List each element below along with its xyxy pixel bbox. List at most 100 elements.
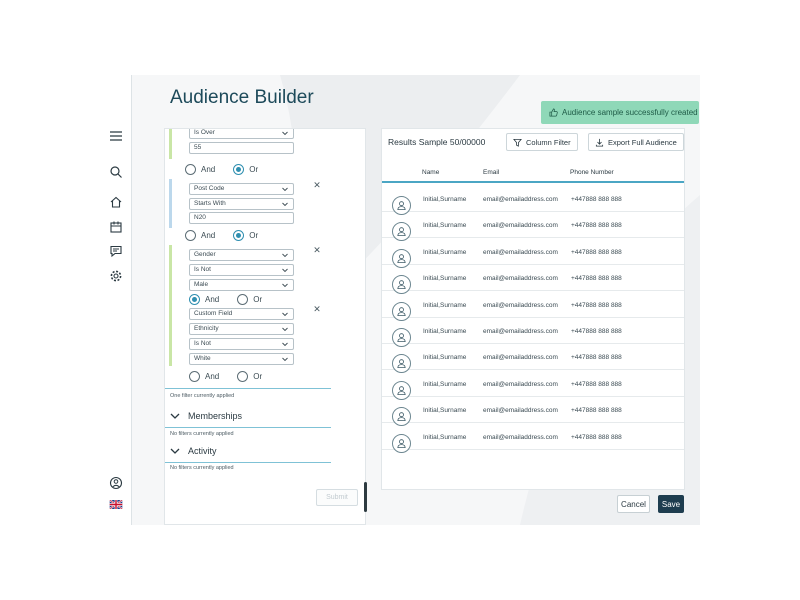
table-row[interactable]: Initial,Surname email@emailaddress.com +44… bbox=[382, 212, 684, 242]
user-icon bbox=[397, 412, 406, 422]
column-header-email: Email bbox=[483, 169, 500, 176]
chevron-down-icon bbox=[282, 342, 288, 347]
table-row[interactable]: Initial,Surname email@emailaddress.com +44… bbox=[382, 344, 684, 374]
remove-filter-close-icon[interactable]: ✕ bbox=[313, 305, 321, 314]
chevron-down-icon bbox=[282, 253, 288, 258]
and-radio[interactable]: And bbox=[185, 229, 215, 241]
table-row[interactable]: Initial,Surname email@emailaddress.com +44… bbox=[382, 186, 684, 215]
operator-select[interactable]: Starts With bbox=[189, 198, 294, 210]
home-icon[interactable] bbox=[109, 195, 123, 209]
and-radio[interactable]: And bbox=[189, 293, 219, 305]
filter-scrollbar[interactable] bbox=[364, 482, 367, 512]
operator-select[interactable]: Is Over bbox=[189, 129, 294, 139]
subfield-select[interactable]: Ethnicity bbox=[189, 323, 294, 335]
or-radio[interactable]: Or bbox=[233, 229, 258, 241]
field-select[interactable]: Post Code bbox=[189, 183, 294, 195]
chevron-down-icon bbox=[282, 283, 288, 288]
uk-flag-icon[interactable] bbox=[109, 497, 123, 511]
and-radio[interactable]: And bbox=[189, 370, 219, 382]
user-icon bbox=[397, 306, 406, 316]
cancel-button[interactable]: Cancel bbox=[617, 495, 650, 513]
chevron-down-icon bbox=[282, 187, 288, 192]
filter-group-gender: Gender Is Not Male And Or Custom Field E… bbox=[169, 245, 323, 366]
user-icon bbox=[397, 280, 406, 290]
table-row[interactable]: Initial,Surname email@emailaddress.com +44… bbox=[382, 397, 684, 427]
export-full-audience-button[interactable]: Export Full Audience bbox=[588, 133, 684, 151]
cell-name: Initial,Surname bbox=[423, 433, 467, 441]
conjunction-3: And Or bbox=[189, 293, 280, 305]
cell-email: email@emailaddress.com bbox=[483, 354, 558, 362]
cell-email: email@emailaddress.com bbox=[483, 196, 558, 203]
column-header-phone: Phone Number bbox=[570, 169, 614, 176]
user-icon bbox=[397, 333, 406, 343]
memberships-toggle[interactable]: Memberships bbox=[170, 409, 242, 423]
submit-button[interactable]: Submit bbox=[316, 489, 358, 506]
remove-filter-close-icon[interactable]: ✕ bbox=[313, 181, 321, 190]
value-select[interactable]: Male bbox=[189, 279, 294, 291]
menu-icon[interactable] bbox=[109, 129, 123, 143]
chevron-down-icon bbox=[282, 202, 288, 207]
thumbs-up-icon bbox=[549, 108, 558, 117]
results-panel: Results Sample 50/00000 Column Filter Ex… bbox=[381, 128, 685, 490]
conjunction-2: And Or bbox=[185, 229, 276, 241]
user-circle-icon[interactable] bbox=[109, 476, 123, 490]
cell-name: Initial,Surname bbox=[423, 407, 467, 415]
download-icon bbox=[595, 138, 604, 147]
section-divider bbox=[165, 427, 331, 428]
chevron-down-icon bbox=[282, 268, 288, 273]
operator-select[interactable]: Is Not bbox=[189, 338, 294, 350]
memberships-note: No filters currently applied bbox=[170, 431, 234, 437]
cell-name: Initial,Surname bbox=[423, 196, 467, 203]
chevron-down-icon bbox=[170, 413, 180, 419]
user-icon bbox=[397, 201, 406, 211]
filter-group-postcode: Post Code Starts With N20 bbox=[169, 179, 323, 228]
cell-email: email@emailaddress.com bbox=[483, 328, 558, 335]
activity-toggle[interactable]: Activity bbox=[170, 444, 217, 458]
cell-phone: +447888 888 888 bbox=[571, 354, 622, 362]
table-row[interactable]: Initial,Surname email@emailaddress.com +44… bbox=[382, 318, 684, 347]
chevron-down-icon bbox=[170, 448, 180, 454]
value-input[interactable]: 55 bbox=[189, 142, 294, 154]
or-radio[interactable]: Or bbox=[233, 163, 258, 175]
cell-email: email@emailaddress.com bbox=[483, 301, 558, 309]
cell-phone: +447888 888 888 bbox=[571, 328, 622, 335]
operator-select[interactable]: Is Not bbox=[189, 264, 294, 276]
field-select[interactable]: Custom Field bbox=[189, 308, 294, 320]
or-radio[interactable]: Or bbox=[237, 370, 262, 382]
value-input[interactable]: N20 bbox=[189, 212, 294, 224]
conjunction-4: And Or bbox=[189, 370, 280, 382]
field-select[interactable]: Gender bbox=[189, 249, 294, 261]
chevron-down-icon bbox=[282, 131, 288, 136]
calendar-icon[interactable] bbox=[109, 220, 123, 234]
cell-phone: +447888 888 888 bbox=[571, 380, 622, 388]
cell-name: Initial,Surname bbox=[423, 275, 467, 283]
save-button[interactable]: Save bbox=[658, 495, 684, 513]
filter-group-age: Is Over 55 bbox=[169, 129, 323, 159]
table-row[interactable]: Initial,Surname email@emailaddress.com +44… bbox=[382, 424, 684, 453]
avatar bbox=[392, 433, 411, 453]
table-row[interactable]: Initial,Surname email@emailaddress.com +44… bbox=[382, 371, 684, 400]
user-icon bbox=[397, 386, 406, 395]
message-icon[interactable] bbox=[109, 244, 123, 258]
table-row[interactable]: Initial,Surname email@emailaddress.com +44… bbox=[382, 265, 684, 295]
activity-note: No filters currently applied bbox=[170, 465, 234, 471]
cell-email: email@emailaddress.com bbox=[483, 380, 558, 388]
value-select[interactable]: White bbox=[189, 353, 294, 365]
user-icon bbox=[397, 254, 406, 263]
cell-email: email@emailaddress.com bbox=[483, 248, 558, 256]
and-radio[interactable]: And bbox=[185, 163, 215, 175]
toast-text: Audience sample successfully created bbox=[562, 108, 698, 117]
search-icon[interactable] bbox=[109, 165, 123, 179]
remove-filter-close-icon[interactable]: ✕ bbox=[313, 246, 321, 255]
results-title: Results Sample 50/00000 bbox=[388, 137, 486, 147]
icon-rail bbox=[100, 75, 132, 525]
column-filter-button[interactable]: Column Filter bbox=[506, 133, 578, 151]
settings-icon[interactable] bbox=[109, 269, 123, 283]
table-row[interactable]: Initial,Surname email@emailaddress.com +44… bbox=[382, 292, 684, 321]
table-row[interactable]: Initial,Surname email@emailaddress.com +44… bbox=[382, 239, 684, 268]
or-radio[interactable]: Or bbox=[237, 293, 262, 305]
chevron-down-icon bbox=[282, 327, 288, 332]
cell-name: Initial,Surname bbox=[423, 354, 467, 362]
cell-name: Initial,Surname bbox=[423, 380, 467, 388]
success-toast: Audience sample successfully created bbox=[541, 101, 699, 124]
